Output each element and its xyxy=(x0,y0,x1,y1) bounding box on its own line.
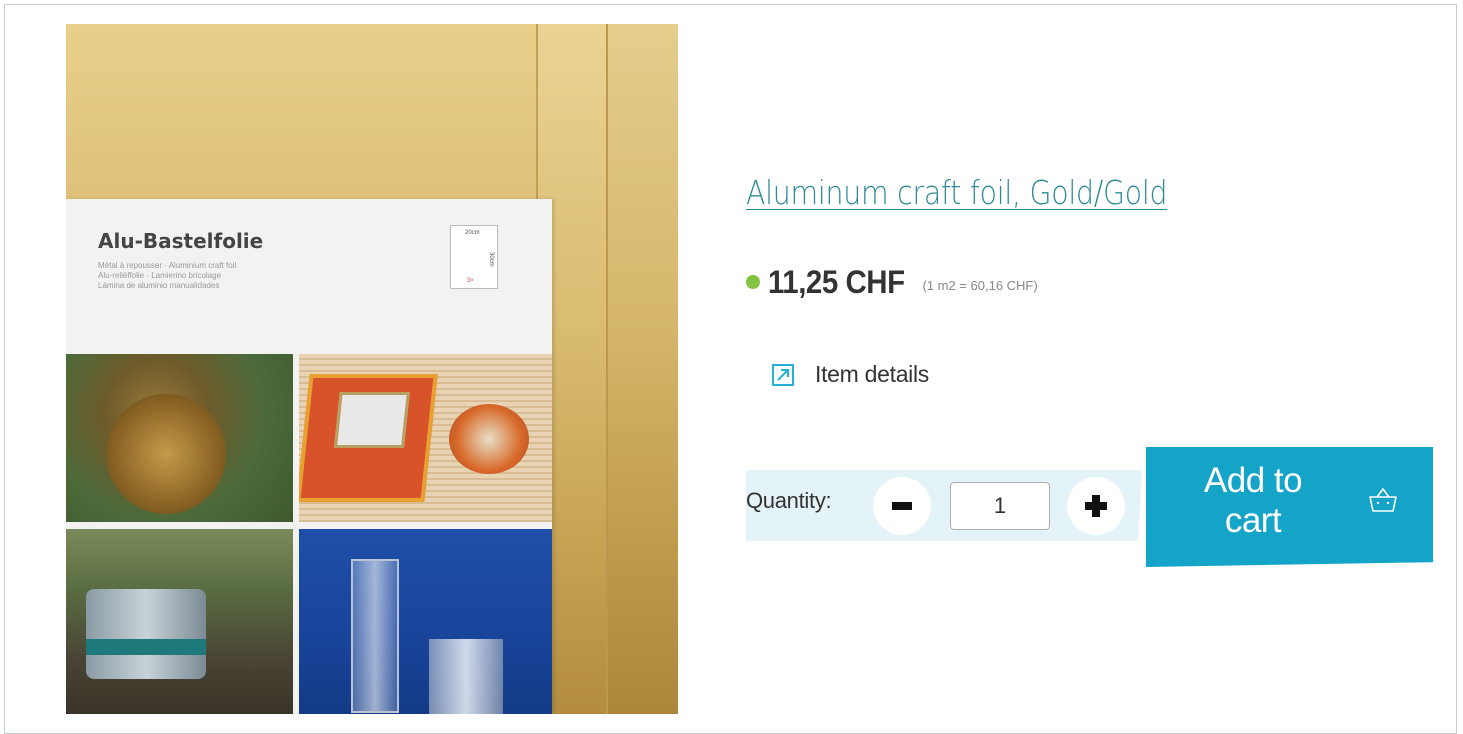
package-line: Alu-reliëffolie · Lamierino bricolage xyxy=(98,271,222,280)
glass-photo xyxy=(299,529,552,714)
watering-can-photo xyxy=(66,529,293,714)
add-to-cart-label: Add to cart xyxy=(1203,461,1303,540)
quantity-input[interactable] xyxy=(950,482,1050,530)
package-subtitle: Métal à repousser · Aluminium craft foil… xyxy=(98,261,236,291)
package-line: Lámina de aluminio manualidades xyxy=(98,281,220,290)
size-height: 30cm xyxy=(488,252,494,267)
product-image[interactable]: Alu-Bastelfolie Métal à repousser · Alum… xyxy=(66,24,678,714)
package-title: Alu-Bastelfolie xyxy=(98,229,264,253)
price: 11,25 CHF xyxy=(768,263,905,300)
package-line: Métal à repousser · Aluminium craft foil xyxy=(98,261,237,270)
quantity-label: Quantity: xyxy=(746,488,832,513)
in-stock-icon xyxy=(746,275,760,289)
price-row: 11,25 CHF (1 m2 = 60,16 CHF) xyxy=(746,262,1038,302)
size-width: 20cm xyxy=(465,230,480,236)
decrease-quantity-button[interactable] xyxy=(873,477,931,535)
foil-sheet xyxy=(606,24,678,714)
basket-icon xyxy=(1369,488,1397,512)
add-to-cart-button[interactable]: Add to cart xyxy=(1146,447,1433,567)
item-details-label: Item details xyxy=(815,361,930,387)
package-label: Alu-Bastelfolie Métal à repousser · Alum… xyxy=(66,199,552,714)
minus-icon xyxy=(892,502,912,510)
increase-quantity-button[interactable] xyxy=(1067,477,1125,535)
owl-photo xyxy=(66,354,293,522)
product-name-link[interactable]: Aluminum craft foil, Gold/Gold xyxy=(746,173,1168,212)
plus-icon xyxy=(1085,495,1107,517)
box-photo xyxy=(299,354,552,522)
external-arrow-icon xyxy=(772,363,794,386)
sheet-count: 3× xyxy=(467,278,474,284)
size-box: 20cm 30cm 3× xyxy=(450,225,498,289)
unit-price: (1 m2 = 60,16 CHF) xyxy=(922,277,1038,293)
item-details-link[interactable]: Item details xyxy=(772,361,929,388)
